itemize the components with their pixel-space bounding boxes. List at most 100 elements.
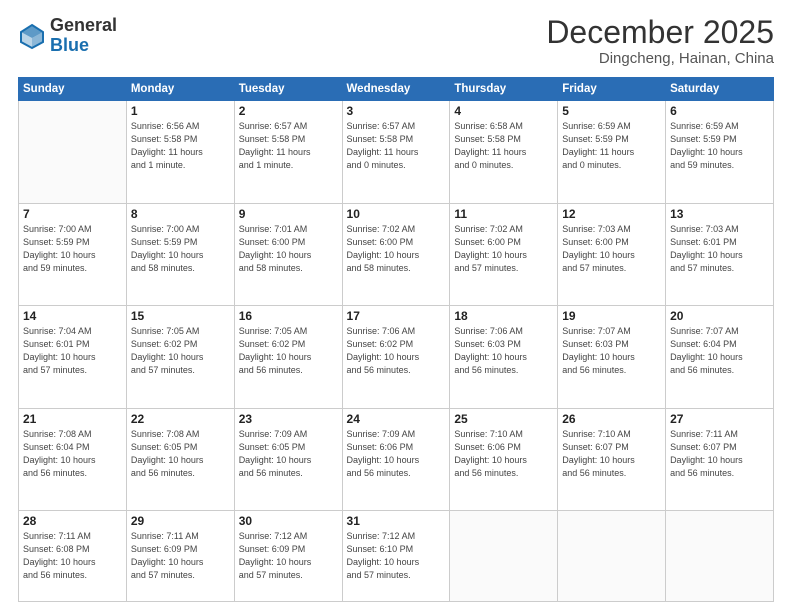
day-number: 6 xyxy=(670,104,769,118)
calendar-cell: 4Sunrise: 6:58 AM Sunset: 5:58 PM Daylig… xyxy=(450,101,558,204)
calendar-cell: 3 Sunrise: 6:57 AM Sunset: 5:58 PM Daylig… xyxy=(342,101,450,204)
day-info: Sunrise: 6:57 AM Sunset: 5:58 PM Dayligh… xyxy=(239,120,338,172)
title-area: December 2025 Dingcheng, Hainan, China xyxy=(546,16,774,67)
day-number: 11 xyxy=(454,207,553,221)
day-info: Sunrise: 7:07 AM Sunset: 6:03 PM Dayligh… xyxy=(562,325,661,377)
calendar-cell: 9 Sunrise: 7:01 AM Sunset: 6:00 PM Daylig… xyxy=(234,203,342,306)
logo-text: General Blue xyxy=(50,16,117,56)
calendar-cell xyxy=(666,511,774,602)
day-number: 10 xyxy=(347,207,446,221)
calendar-cell: 11Sunrise: 7:02 AM Sunset: 6:00 PM Dayli… xyxy=(450,203,558,306)
day-number: 9 xyxy=(239,207,338,221)
calendar-cell xyxy=(450,511,558,602)
day-number: 28 xyxy=(23,514,122,528)
calendar-week-row: 14 Sunrise: 7:04 AM Sunset: 6:01 PM Dayli… xyxy=(19,306,774,409)
day-number: 17 xyxy=(347,309,446,323)
calendar-cell: 1 Sunrise: 6:56 AM Sunset: 5:58 PM Daylig… xyxy=(126,101,234,204)
day-info: Sunrise: 7:01 AM Sunset: 6:00 PM Dayligh… xyxy=(239,223,338,275)
day-info: Sunrise: 7:05 AM Sunset: 6:02 PM Dayligh… xyxy=(239,325,338,377)
day-info: Sunrise: 7:12 AM Sunset: 6:10 PM Dayligh… xyxy=(347,530,446,582)
day-info: Sunrise: 7:09 AM Sunset: 6:05 PM Dayligh… xyxy=(239,428,338,480)
calendar-cell: 23Sunrise: 7:09 AM Sunset: 6:05 PM Dayli… xyxy=(234,408,342,511)
day-info: Sunrise: 6:59 AM Sunset: 5:59 PM Dayligh… xyxy=(562,120,661,172)
day-info: Sunrise: 7:08 AM Sunset: 6:04 PM Dayligh… xyxy=(23,428,122,480)
calendar-week-row: 1 Sunrise: 6:56 AM Sunset: 5:58 PM Daylig… xyxy=(19,101,774,204)
calendar-cell: 24 Sunrise: 7:09 AM Sunset: 6:06 PM Dayli… xyxy=(342,408,450,511)
weekday-header: Monday xyxy=(126,78,234,101)
day-info: Sunrise: 6:58 AM Sunset: 5:58 PM Dayligh… xyxy=(454,120,553,172)
calendar-header-row: SundayMondayTuesdayWednesdayThursdayFrid… xyxy=(19,78,774,101)
day-info: Sunrise: 7:10 AM Sunset: 6:06 PM Dayligh… xyxy=(454,428,553,480)
calendar-cell: 20 Sunrise: 7:07 AM Sunset: 6:04 PM Dayli… xyxy=(666,306,774,409)
day-number: 22 xyxy=(131,412,230,426)
day-info: Sunrise: 7:03 AM Sunset: 6:01 PM Dayligh… xyxy=(670,223,769,275)
day-number: 29 xyxy=(131,514,230,528)
day-number: 24 xyxy=(347,412,446,426)
day-number: 26 xyxy=(562,412,661,426)
calendar-cell: 15 Sunrise: 7:05 AM Sunset: 6:02 PM Dayli… xyxy=(126,306,234,409)
day-info: Sunrise: 7:06 AM Sunset: 6:03 PM Dayligh… xyxy=(454,325,553,377)
logo: General Blue xyxy=(18,16,117,56)
day-number: 18 xyxy=(454,309,553,323)
calendar-cell: 5 Sunrise: 6:59 AM Sunset: 5:59 PM Daylig… xyxy=(558,101,666,204)
calendar-cell: 21Sunrise: 7:08 AM Sunset: 6:04 PM Dayli… xyxy=(19,408,127,511)
calendar-cell: 19 Sunrise: 7:07 AM Sunset: 6:03 PM Dayli… xyxy=(558,306,666,409)
calendar-week-row: 28Sunrise: 7:11 AM Sunset: 6:08 PM Dayli… xyxy=(19,511,774,602)
day-number: 5 xyxy=(562,104,661,118)
calendar-cell: 28Sunrise: 7:11 AM Sunset: 6:08 PM Dayli… xyxy=(19,511,127,602)
calendar-cell: 13 Sunrise: 7:03 AM Sunset: 6:01 PM Dayli… xyxy=(666,203,774,306)
weekday-header: Tuesday xyxy=(234,78,342,101)
calendar-cell: 8 Sunrise: 7:00 AM Sunset: 5:59 PM Daylig… xyxy=(126,203,234,306)
day-number: 27 xyxy=(670,412,769,426)
day-number: 30 xyxy=(239,514,338,528)
day-info: Sunrise: 7:08 AM Sunset: 6:05 PM Dayligh… xyxy=(131,428,230,480)
calendar-cell: 14 Sunrise: 7:04 AM Sunset: 6:01 PM Dayli… xyxy=(19,306,127,409)
day-info: Sunrise: 7:10 AM Sunset: 6:07 PM Dayligh… xyxy=(562,428,661,480)
weekday-header: Wednesday xyxy=(342,78,450,101)
day-info: Sunrise: 7:05 AM Sunset: 6:02 PM Dayligh… xyxy=(131,325,230,377)
day-number: 25 xyxy=(454,412,553,426)
day-number: 15 xyxy=(131,309,230,323)
day-info: Sunrise: 6:57 AM Sunset: 5:58 PM Dayligh… xyxy=(347,120,446,172)
calendar-cell: 12 Sunrise: 7:03 AM Sunset: 6:00 PM Dayli… xyxy=(558,203,666,306)
day-number: 20 xyxy=(670,309,769,323)
calendar-cell: 16 Sunrise: 7:05 AM Sunset: 6:02 PM Dayli… xyxy=(234,306,342,409)
calendar-cell: 2 Sunrise: 6:57 AM Sunset: 5:58 PM Daylig… xyxy=(234,101,342,204)
day-number: 12 xyxy=(562,207,661,221)
day-number: 8 xyxy=(131,207,230,221)
day-number: 31 xyxy=(347,514,446,528)
day-info: Sunrise: 7:11 AM Sunset: 6:07 PM Dayligh… xyxy=(670,428,769,480)
calendar-cell: 10 Sunrise: 7:02 AM Sunset: 6:00 PM Dayli… xyxy=(342,203,450,306)
calendar-cell xyxy=(558,511,666,602)
day-number: 3 xyxy=(347,104,446,118)
day-info: Sunrise: 6:59 AM Sunset: 5:59 PM Dayligh… xyxy=(670,120,769,172)
day-info: Sunrise: 7:06 AM Sunset: 6:02 PM Dayligh… xyxy=(347,325,446,377)
calendar-cell: 26 Sunrise: 7:10 AM Sunset: 6:07 PM Dayli… xyxy=(558,408,666,511)
weekday-header: Friday xyxy=(558,78,666,101)
day-info: Sunrise: 7:04 AM Sunset: 6:01 PM Dayligh… xyxy=(23,325,122,377)
day-info: Sunrise: 6:56 AM Sunset: 5:58 PM Dayligh… xyxy=(131,120,230,172)
weekday-header: Sunday xyxy=(19,78,127,101)
day-number: 16 xyxy=(239,309,338,323)
logo-blue: Blue xyxy=(50,35,89,55)
weekday-header: Thursday xyxy=(450,78,558,101)
day-info: Sunrise: 7:03 AM Sunset: 6:00 PM Dayligh… xyxy=(562,223,661,275)
day-number: 2 xyxy=(239,104,338,118)
day-info: Sunrise: 7:02 AM Sunset: 6:00 PM Dayligh… xyxy=(347,223,446,275)
day-number: 14 xyxy=(23,309,122,323)
calendar-cell xyxy=(19,101,127,204)
month-title: December 2025 xyxy=(546,16,774,48)
calendar-cell: 31 Sunrise: 7:12 AM Sunset: 6:10 PM Dayli… xyxy=(342,511,450,602)
calendar-cell: 25 Sunrise: 7:10 AM Sunset: 6:06 PM Dayli… xyxy=(450,408,558,511)
day-info: Sunrise: 7:00 AM Sunset: 5:59 PM Dayligh… xyxy=(131,223,230,275)
day-info: Sunrise: 7:09 AM Sunset: 6:06 PM Dayligh… xyxy=(347,428,446,480)
day-number: 13 xyxy=(670,207,769,221)
day-number: 19 xyxy=(562,309,661,323)
day-info: Sunrise: 7:00 AM Sunset: 5:59 PM Dayligh… xyxy=(23,223,122,275)
day-number: 1 xyxy=(131,104,230,118)
location: Dingcheng, Hainan, China xyxy=(546,50,774,67)
day-info: Sunrise: 7:07 AM Sunset: 6:04 PM Dayligh… xyxy=(670,325,769,377)
calendar-cell: 22 Sunrise: 7:08 AM Sunset: 6:05 PM Dayli… xyxy=(126,408,234,511)
calendar-cell: 27 Sunrise: 7:11 AM Sunset: 6:07 PM Dayli… xyxy=(666,408,774,511)
calendar-cell: 7Sunrise: 7:00 AM Sunset: 5:59 PM Daylig… xyxy=(19,203,127,306)
